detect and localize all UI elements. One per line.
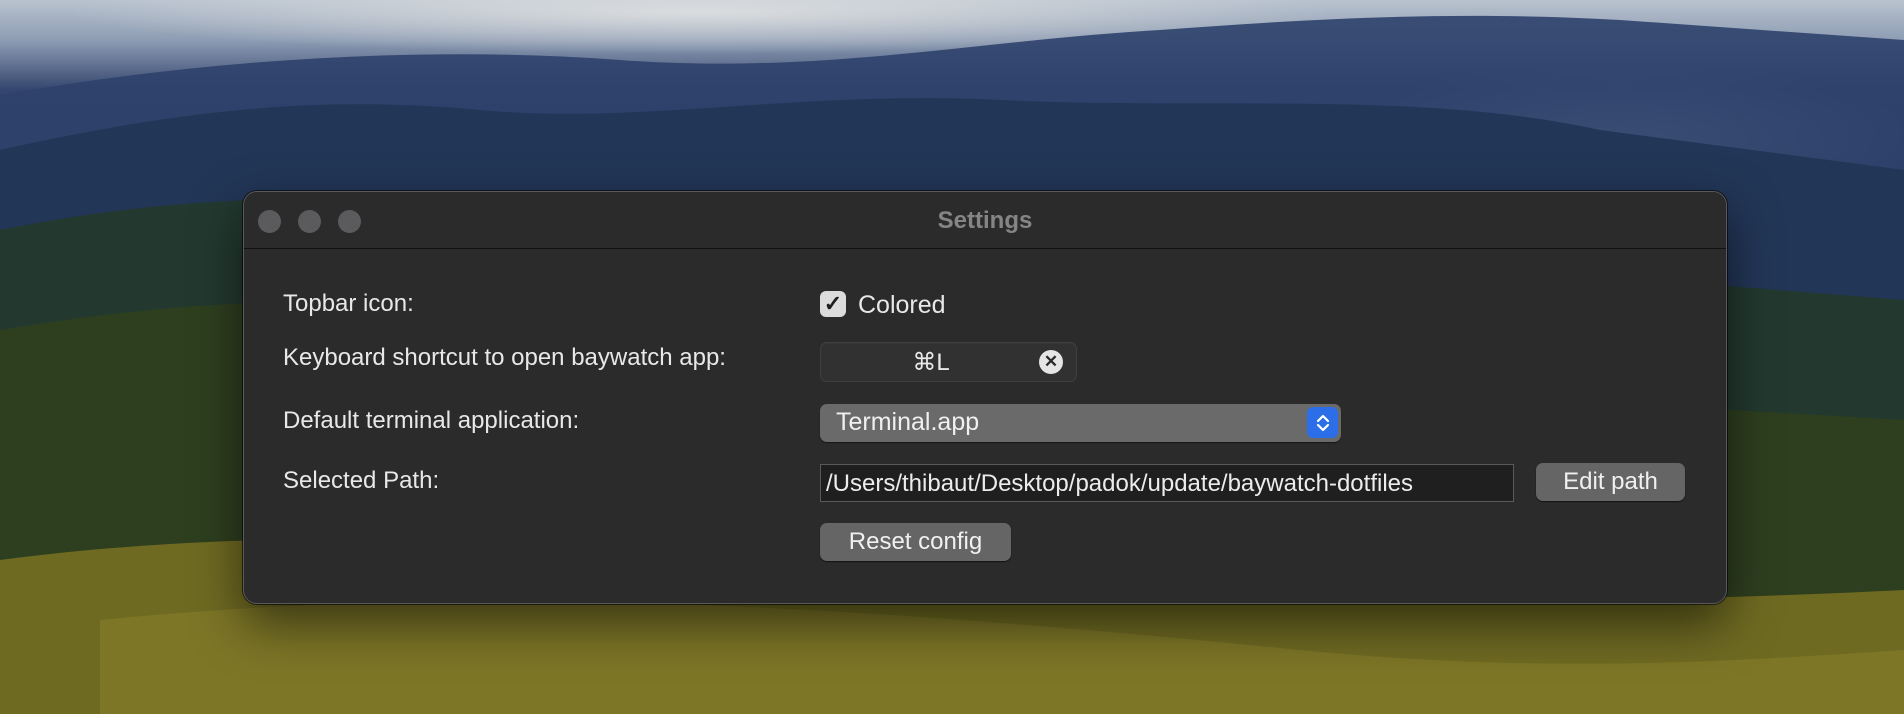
shortcut-value: ⌘L [912,349,950,376]
terminal-select[interactable]: Terminal.app [820,404,1341,442]
selected-path-label: Selected Path: [283,467,440,494]
colored-checkbox[interactable]: ✓ [820,291,846,317]
edit-path-button[interactable]: Edit path [1536,463,1685,501]
x-circle-icon[interactable]: ✕ [1039,350,1063,374]
reset-config-button[interactable]: Reset config [820,523,1011,561]
terminal-selected-value: Terminal.app [836,408,980,436]
shortcut-label: Keyboard shortcut to open baywatch app: [283,344,726,371]
selected-path-value: /Users/thibaut/Desktop/padok/update/bayw… [826,470,1414,497]
colored-checkbox-label[interactable]: Colored [858,291,946,320]
checkmark-icon: ✓ [823,291,843,316]
selected-path-field[interactable]: /Users/thibaut/Desktop/padok/update/bayw… [820,464,1514,502]
terminal-label: Default terminal application: [283,407,580,434]
shortcut-recorder[interactable]: ⌘L ✕ [820,342,1077,382]
settings-window: Settings Topbar icon: ✓ Colored Keyboard… [243,191,1727,604]
desktop-wallpaper: Settings Topbar icon: ✓ Colored Keyboard… [0,0,1904,714]
chevron-up-down-icon [1307,407,1338,438]
topbar-icon-label: Topbar icon: [283,290,414,317]
window-title: Settings [937,207,1033,234]
title-bar[interactable]: Settings [244,192,1726,249]
